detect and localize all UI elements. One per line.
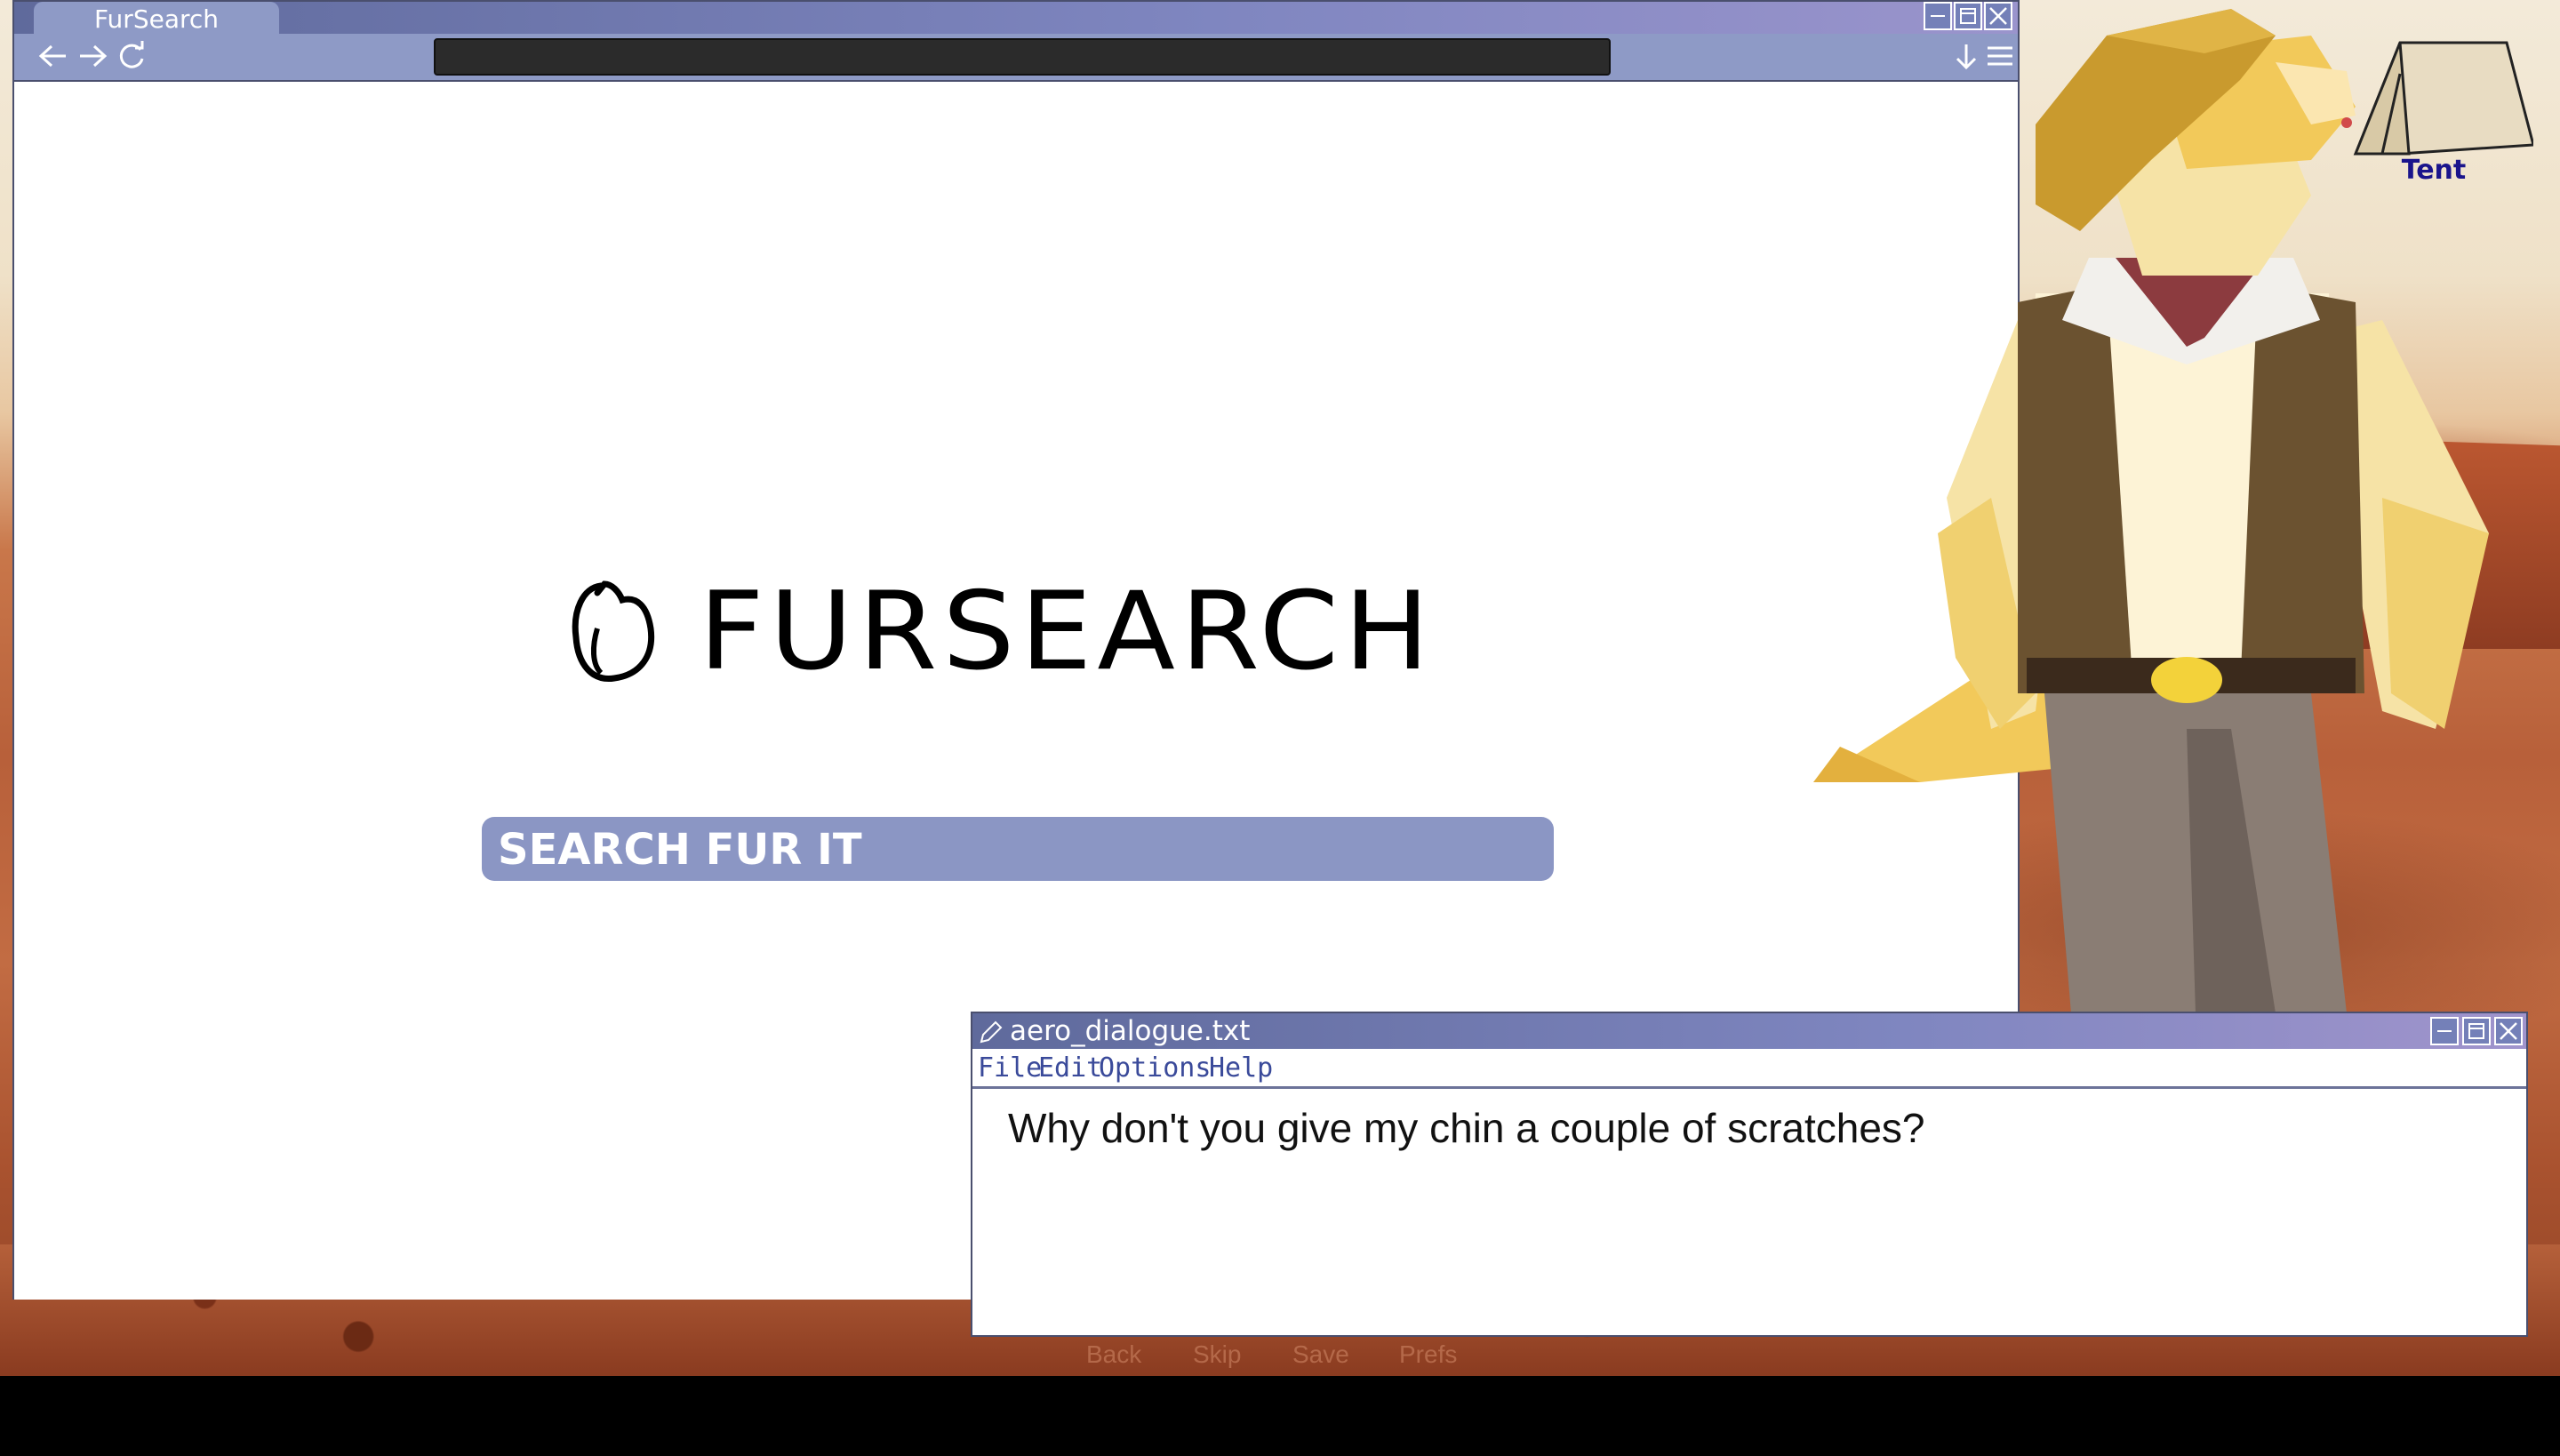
search-placeholder: SEARCH FUR IT xyxy=(498,825,862,875)
browser-tab[interactable]: FurSearch xyxy=(34,2,279,34)
url-bar[interactable] xyxy=(434,38,1611,76)
pencil-icon xyxy=(980,1020,1003,1044)
tent-icon-label[interactable]: Tent xyxy=(2347,155,2521,186)
menu-edit[interactable]: Edit xyxy=(1038,1051,1102,1086)
dialogue-close-button[interactable] xyxy=(2494,1017,2523,1045)
logo-text: FURSEARCH xyxy=(699,568,1436,695)
forward-arrow-icon[interactable] xyxy=(75,34,110,78)
quick-menu-back[interactable]: Back xyxy=(1086,1340,1141,1369)
dialogue-text[interactable]: Why don't you give my chin a couple of s… xyxy=(1008,1104,1925,1152)
menu-file[interactable]: File xyxy=(978,1051,1042,1086)
dialogue-title: aero_dialogue.txt xyxy=(1010,1015,1251,1047)
back-arrow-icon[interactable] xyxy=(36,34,71,78)
dialogue-menubar: File Edit Options Help xyxy=(972,1049,2526,1089)
refresh-icon[interactable] xyxy=(114,34,149,78)
menu-help[interactable]: Help xyxy=(1209,1051,1273,1086)
dialogue-minimize-button[interactable] xyxy=(2430,1017,2459,1045)
maximize-icon xyxy=(2468,1023,2484,1039)
browser-titlebar[interactable] xyxy=(14,2,2018,34)
paw-logo-icon xyxy=(572,580,655,682)
menu-options[interactable]: Options xyxy=(1099,1051,1211,1086)
quick-menu-skip[interactable]: Skip xyxy=(1193,1340,1241,1369)
quick-menu-save[interactable]: Save xyxy=(1292,1340,1349,1369)
search-input[interactable]: SEARCH FUR IT xyxy=(482,817,1554,881)
quick-menu-prefs[interactable]: Prefs xyxy=(1399,1340,1457,1369)
dialogue-window: aero_dialogue.txt File Edit Options Help… xyxy=(971,1012,2528,1337)
minimize-icon xyxy=(2437,1030,2452,1032)
browser-tab-label: FurSearch xyxy=(93,4,220,34)
dialogue-maximize-button[interactable] xyxy=(2462,1017,2491,1045)
close-icon xyxy=(2500,1022,2517,1040)
fursearch-logo: FURSEARCH xyxy=(565,572,1429,691)
